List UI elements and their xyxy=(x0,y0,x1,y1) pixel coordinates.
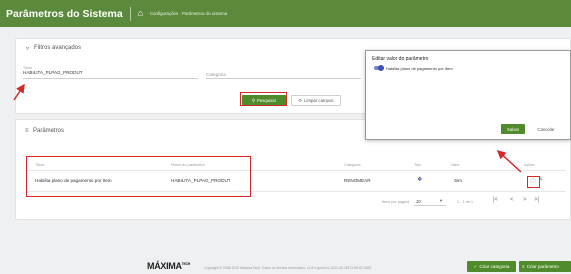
toggle-knob xyxy=(378,65,384,71)
value-toggle[interactable] xyxy=(374,65,384,71)
create-parameter-button[interactable]: ≡ Criar parâmetro xyxy=(519,261,571,272)
create-category-label: Criar categoria xyxy=(479,264,510,269)
maxima-logo: MÁXIMATECH xyxy=(147,261,191,271)
edit-parameter-modal: Editar valor do parâmetro Habilita plano… xyxy=(365,50,571,140)
cancel-button[interactable]: Cancelar xyxy=(530,124,562,134)
toggle-label: Habilita plano de pagamento por Item xyxy=(386,66,453,71)
check-icon: ✓ xyxy=(473,263,478,269)
save-button[interactable]: Salvar xyxy=(501,124,525,134)
footer: MÁXIMATECH Copyright © 2008-2019 Máxima … xyxy=(0,259,571,274)
list-add-icon: ≡ xyxy=(522,264,525,269)
modal-title: Editar valor do parâmetro xyxy=(372,56,429,62)
copyright-text: Copyright © 2008-2019 Máxima Tech. Todos… xyxy=(204,266,372,270)
create-category-button[interactable]: ✓ Criar categoria xyxy=(467,261,516,272)
create-parameter-label: Criar parâmetro xyxy=(526,264,559,269)
